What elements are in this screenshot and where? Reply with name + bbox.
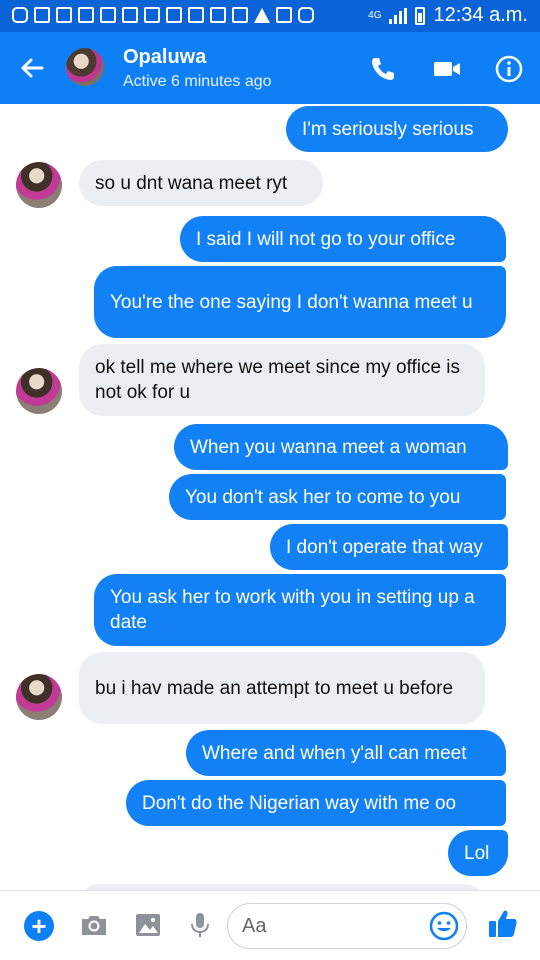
message-text: Don't do the Nigerian way with me oo xyxy=(142,792,457,814)
facebook-icon xyxy=(166,7,182,23)
contact-avatar-small[interactable] xyxy=(16,368,62,414)
microphone-icon[interactable] xyxy=(184,909,216,941)
message-text: bu i hav made an attempt to meet u befor… xyxy=(95,677,454,699)
phone-call-icon[interactable] xyxy=(368,54,398,84)
message-text: I don't operate that way xyxy=(286,536,483,558)
message-bubble-outgoing[interactable]: Where and when y'all can meet xyxy=(186,730,506,776)
message-bubble-outgoing[interactable]: When you wanna meet a woman xyxy=(174,424,508,470)
message-bubble-incoming[interactable]: bu i hav made an attempt to meet u befor… xyxy=(79,652,485,724)
message-bubble-outgoing[interactable]: I said I will not go to your office xyxy=(180,216,506,262)
message-text: You ask her to work with you in setting … xyxy=(110,587,475,633)
facebook-icon xyxy=(34,7,50,23)
image-icon[interactable] xyxy=(132,909,164,941)
image-notification-icon xyxy=(276,7,292,23)
emoji-icon[interactable] xyxy=(428,910,460,942)
clock: 12:34 a.m. xyxy=(433,4,528,26)
friend-request-icon xyxy=(144,7,160,23)
video-call-icon[interactable] xyxy=(432,54,462,84)
message-text: I said I will not go to your office xyxy=(196,228,456,250)
message-icon xyxy=(12,7,28,23)
plus-icon[interactable]: + xyxy=(24,911,54,941)
message-bubble-incoming[interactable]: ok tell me where we meet since my office… xyxy=(79,344,485,416)
facebook-icon xyxy=(56,7,72,23)
message-composer: + xyxy=(0,890,540,960)
message-text: You're the one saying I don't wanna meet… xyxy=(110,291,473,313)
message-input[interactable] xyxy=(242,913,422,939)
thumbs-up-icon[interactable] xyxy=(486,907,520,941)
status-bar: 4G 12:34 a.m. xyxy=(0,0,540,32)
contact-name[interactable]: Opaluwa xyxy=(123,46,206,69)
message-text: so u dnt wana meet ryt xyxy=(95,172,288,194)
contact-avatar-small[interactable] xyxy=(16,162,62,208)
message-bubble-outgoing[interactable]: You ask her to work with you in setting … xyxy=(94,574,506,646)
message-text: ok tell me where we meet since my office… xyxy=(95,357,461,403)
network-type: 4G xyxy=(368,9,382,21)
message-bubble-outgoing[interactable]: I'm seriously serious xyxy=(286,106,508,152)
contact-avatar[interactable] xyxy=(66,48,104,86)
message-bubble-outgoing[interactable]: Don't do the Nigerian way with me oo xyxy=(126,780,506,826)
message-bubble-outgoing[interactable]: Lol xyxy=(448,830,508,876)
back-arrow-icon[interactable] xyxy=(18,54,46,82)
message-bubble-outgoing[interactable]: You're the one saying I don't wanna meet… xyxy=(94,266,506,338)
message-bubble-outgoing[interactable]: I don't operate that way xyxy=(270,524,508,570)
facebook-icon xyxy=(78,7,94,23)
message-text: You don't ask her to come to you xyxy=(185,486,461,508)
battery-icon xyxy=(415,6,426,25)
notification-icons xyxy=(12,7,314,23)
warning-icon xyxy=(254,7,270,23)
contact-avatar-small[interactable] xyxy=(16,674,62,720)
facebook-icon xyxy=(100,7,116,23)
facebook-icon xyxy=(232,7,248,23)
info-icon[interactable] xyxy=(494,54,524,84)
facebook-icon xyxy=(188,7,204,23)
message-bubble-incoming[interactable]: so u dnt wana meet ryt xyxy=(79,160,323,206)
facebook-icon xyxy=(210,7,226,23)
facebook-icon xyxy=(122,7,138,23)
camera-icon[interactable] xyxy=(78,909,110,941)
message-bubble-outgoing[interactable]: You don't ask her to come to you xyxy=(169,474,506,520)
signal-icon xyxy=(389,7,408,24)
bag-icon xyxy=(298,7,314,23)
conversation-header: Opaluwa Active 6 minutes ago xyxy=(0,32,540,104)
active-status: Active 6 minutes ago xyxy=(123,73,272,90)
message-text: When you wanna meet a woman xyxy=(190,436,467,458)
message-text: I'm seriously serious xyxy=(302,118,474,140)
status-right: 4G 12:34 a.m. xyxy=(368,4,528,27)
message-text: Where and when y'all can meet xyxy=(202,742,467,764)
message-thread[interactable]: I'm seriously serious so u dnt wana meet… xyxy=(0,104,540,890)
message-text: Lol xyxy=(464,842,490,864)
message-input-field[interactable] xyxy=(227,903,467,949)
